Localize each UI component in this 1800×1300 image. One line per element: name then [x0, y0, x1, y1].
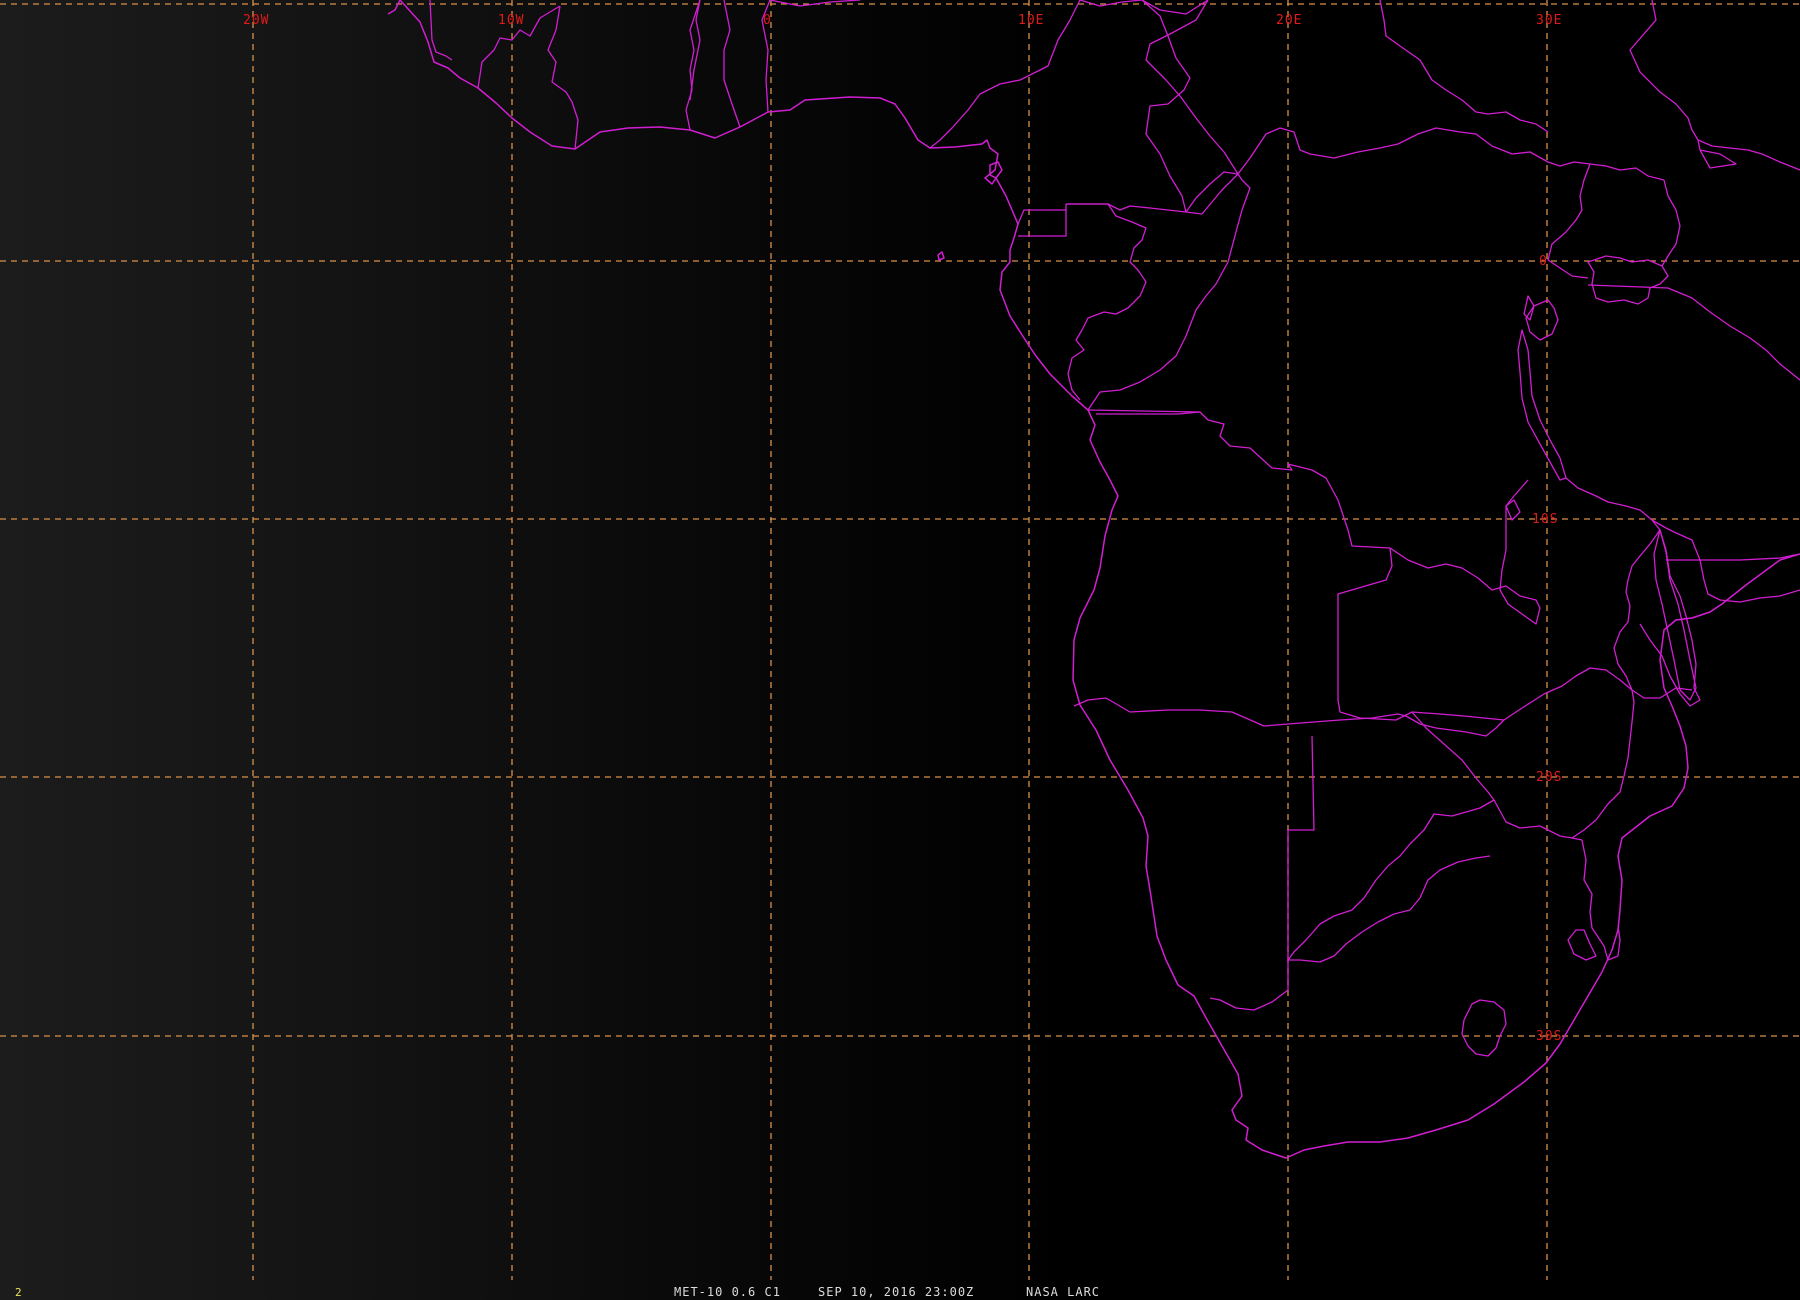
lat-label-30s: 30S	[1536, 1029, 1562, 1044]
satellite-channel-label: MET-10 0.6 C1	[674, 1285, 781, 1299]
lat-label-10s: 10S	[1532, 512, 1558, 527]
imagery-background	[0, 0, 1800, 1300]
lon-label-30e: 30E	[1536, 13, 1562, 28]
lat-label-20s: 20S	[1536, 770, 1562, 785]
source-label: NASA LARC	[1026, 1285, 1100, 1299]
lon-label-20w: 20W	[243, 13, 269, 28]
lon-label-10e: 10E	[1018, 13, 1044, 28]
map-canvas: 20W 10W 0 10E 20E 30E 0 10S 20S 30S 2 ME…	[0, 0, 1800, 1300]
lat-label-0: 0	[1539, 254, 1548, 269]
satellite-image-viewer: 20W 10W 0 10E 20E 30E 0 10S 20S 30S 2 ME…	[0, 0, 1800, 1300]
lon-label-10w: 10W	[498, 13, 524, 28]
frame-number: 2	[15, 1286, 22, 1299]
lon-label-20e: 20E	[1276, 13, 1302, 28]
datetime-label: SEP 10, 2016 23:00Z	[818, 1285, 974, 1299]
